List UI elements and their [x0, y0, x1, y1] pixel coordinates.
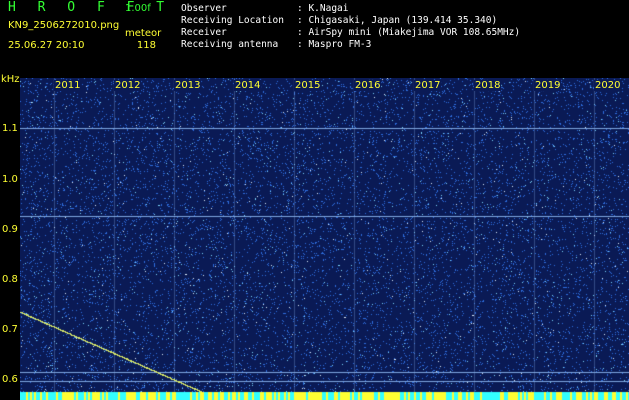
location-label: Receiving Location [181, 15, 284, 26]
antenna-label: Receiving antenna [181, 39, 279, 50]
y-tick-label: 1.0 [2, 174, 18, 185]
y-tick-label: 1.1 [2, 123, 18, 134]
location-row: Receiving Location: Chigasaki, Japan (13… [181, 15, 498, 26]
x-tick-label: 2019 [534, 80, 562, 91]
y-tick-label: 0.9 [2, 224, 18, 235]
observer-label: Observer [181, 3, 227, 14]
antenna-row: Receiving antenna: Maspro FM-3 [181, 39, 372, 50]
x-tick-label: 2011 [54, 80, 82, 91]
receiver-value: AirSpy mini (Miakejima VOR 108.65MHz) [308, 27, 521, 38]
x-tick-label: 2014 [234, 80, 262, 91]
antenna-value: Maspro FM-3 [308, 39, 372, 50]
location-value: Chigasaki, Japan (139.414 35.340) [308, 15, 498, 26]
observer-value: K.Nagai [308, 3, 349, 14]
x-tick-label: 2012 [114, 80, 142, 91]
meteor-label: meteor [125, 28, 162, 39]
station-info: Observer: K.Nagai Receiving Location: Ch… [181, 3, 520, 51]
x-tick-label: 2020 [594, 80, 622, 91]
spectrogram-waterfall [20, 78, 629, 400]
x-tick-label: 2016 [354, 80, 382, 91]
capture-datetime: 25.06.27 20:10 [8, 40, 85, 51]
x-tick-label: 2017 [414, 80, 442, 91]
observer-row: Observer: K.Nagai [181, 3, 349, 14]
receiver-row: Receiver: AirSpy mini (Miakejima VOR 108… [181, 27, 521, 38]
receiver-label: Receiver [181, 27, 227, 38]
app-version: 1.00f [125, 3, 151, 14]
y-tick-label: 0.6 [2, 374, 18, 385]
x-tick-label: 2015 [294, 80, 322, 91]
y-tick-label: 0.7 [2, 324, 18, 335]
y-tick-label: 0.8 [2, 274, 18, 285]
x-tick-label: 2018 [474, 80, 502, 91]
y-axis-unit: kHz [1, 74, 20, 85]
file-name: KN9_2506272010.png [8, 20, 120, 31]
meteor-count: 118 [136, 40, 156, 51]
x-tick-label: 2013 [174, 80, 202, 91]
header-panel: H R O F F T 1.00f KN9_2506272010.png met… [0, 0, 629, 74]
